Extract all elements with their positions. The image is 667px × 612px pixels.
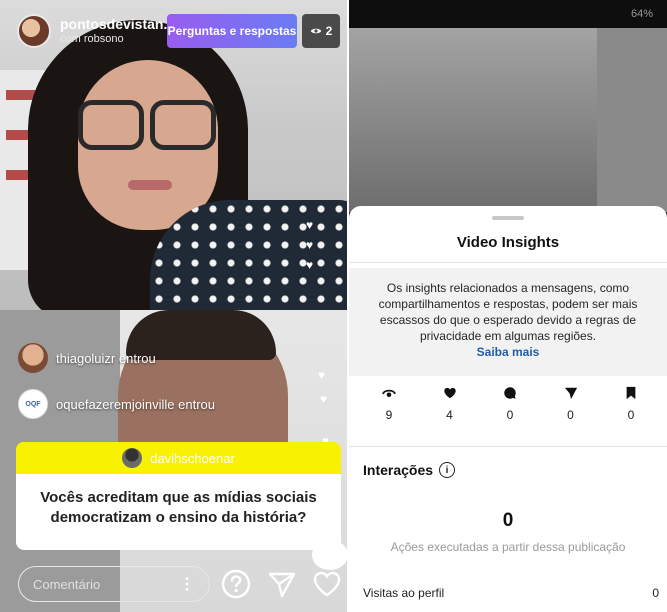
metric-saves: 0 [613, 386, 649, 444]
sheet-title: Video Insights [456, 234, 560, 251]
viewer-count: 2 [325, 24, 333, 38]
metric-likes: 4 [432, 386, 468, 444]
battery-level: 64% [630, 8, 653, 20]
actions-label: Ações executadas a partir dessa publicaç… [390, 540, 626, 554]
divider [349, 446, 667, 447]
join-notice: thiagoluizr entrou [18, 343, 156, 373]
glasses [74, 100, 220, 152]
send-icon [564, 387, 577, 400]
info-icon[interactable]: i [439, 462, 456, 478]
question-card[interactable]: davihschoenar Vocês acreditam que as míd… [16, 442, 341, 550]
comment-placeholder: Comentário [33, 576, 101, 592]
profile-visits-row: Visitas ao perfil 0 [363, 586, 659, 600]
eye-icon [310, 28, 321, 34]
insights-screen: 64% Video Insights Os insights relaciona… [349, 0, 667, 612]
video-preview [349, 28, 667, 212]
metric-value: 0 [567, 408, 574, 422]
more-options-icon[interactable]: ⋮ [179, 574, 195, 594]
heart-icon [443, 387, 456, 399]
screen: pontosdevistan... com robsono Perguntas … [0, 0, 667, 612]
comment-input[interactable]: Comentário ⋮ [18, 566, 210, 602]
join-text: oquefazeremjoinville entrou [56, 396, 215, 412]
avatar [18, 343, 48, 373]
floating-heart-icon: ♥ [320, 392, 328, 406]
heart-icon[interactable] [311, 568, 343, 600]
question-circle-icon[interactable] [220, 568, 252, 600]
profile-visits-label: Visitas ao perfil [363, 586, 445, 600]
live-stream-view: pontosdevistan... com robsono Perguntas … [0, 0, 347, 612]
insights-sheet: Video Insights Os insights relacionados … [349, 206, 667, 612]
avatar [122, 448, 143, 468]
question-text: Vocês acreditam que as mídias sociais de… [40, 489, 317, 526]
privacy-notice: Os insights relacionados a mensagens, co… [349, 268, 667, 376]
metric-value: 0 [627, 408, 635, 422]
metric-value: 4 [446, 408, 453, 422]
section-title: Interações [363, 462, 434, 478]
sheet-drag-handle[interactable] [492, 216, 524, 220]
question-author: davihschoenar [150, 450, 235, 466]
divider [349, 262, 667, 263]
learn-more-link[interactable]: Saiba mais [371, 344, 645, 360]
avatar: OQF [18, 389, 48, 419]
profile-visits-value: 0 [652, 586, 659, 600]
host-avatar[interactable] [17, 14, 51, 48]
metric-comments: 0 [492, 386, 528, 444]
live-header: pontosdevistan... com robsono Perguntas … [0, 0, 347, 60]
eye-icon [382, 389, 396, 398]
join-text: thiagoluizr entrou [56, 350, 156, 366]
viewer-count-button[interactable]: 2 [302, 14, 340, 48]
floating-heart-icon: ♥ [306, 218, 314, 232]
metric-shares: 0 [553, 386, 589, 444]
reaction-bubble [312, 540, 347, 570]
question-header: davihschoenar [16, 442, 341, 474]
status-bar: 64% [349, 0, 667, 28]
bookmark-icon [626, 386, 636, 400]
metric-views: 9 [371, 386, 407, 444]
actions-count: 0 [502, 510, 514, 531]
qa-button[interactable]: Perguntas e respostas [167, 14, 297, 48]
metric-value: 9 [385, 408, 393, 422]
floating-heart-icon: ♥ [306, 238, 314, 252]
host-collaborator: com robsono [60, 33, 124, 45]
interactions-section-header: Interações i [363, 462, 456, 478]
floating-heart-icon: ♥ [306, 258, 314, 272]
floating-heart-icon: ♥ [318, 368, 326, 382]
notice-text: Os insights relacionados a mensagens, co… [378, 281, 638, 343]
send-icon[interactable] [266, 568, 298, 600]
metric-value: 0 [506, 408, 514, 422]
comment-icon [504, 387, 516, 399]
metrics-row: 9 4 0 0 0 [349, 386, 667, 444]
host-name[interactable]: pontosdevistan... [60, 16, 175, 32]
join-notice: OQF oquefazeremjoinville entrou [18, 389, 215, 419]
